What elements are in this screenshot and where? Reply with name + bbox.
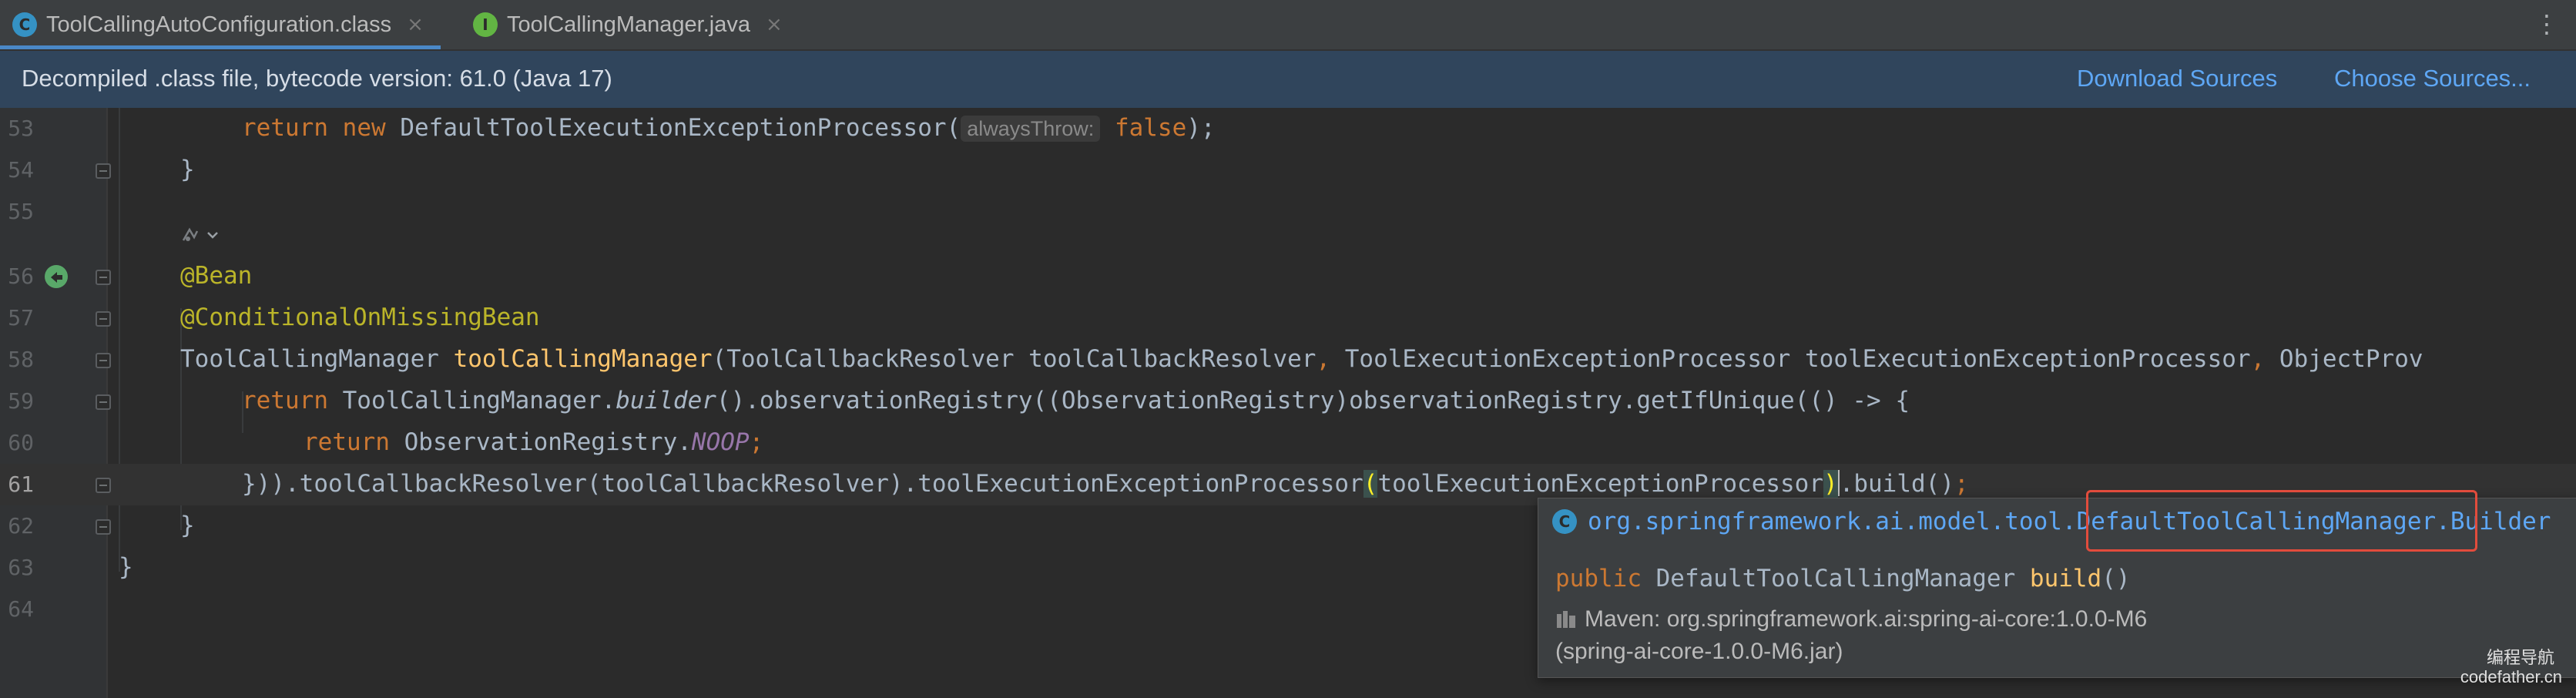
highlight-annotation-box <box>2086 490 2477 552</box>
decompiled-notification-banner: Decompiled .class file, bytecode version… <box>0 51 2576 108</box>
line-number: 63 <box>8 555 34 580</box>
watermark-title: 编程导航 <box>2486 649 2554 668</box>
code-text: return ObservationRegistry.NOOP; <box>304 428 764 456</box>
active-tab-indicator <box>0 45 441 49</box>
code-line-59: 59 return ToolCallingManager.builder().o… <box>0 381 2576 422</box>
download-sources-link[interactable]: Download Sources <box>2077 65 2277 92</box>
line-number: 59 <box>8 388 34 414</box>
code-line-57: 57 @ConditionalOnMissingBean <box>0 297 2576 339</box>
line-number: 58 <box>8 347 34 372</box>
code-text: })).toolCallbackResolver(toolCallbackRes… <box>242 470 1969 498</box>
tab-tool-calling-manager[interactable]: I ToolCallingManager.java × <box>461 0 783 49</box>
fold-icon[interactable] <box>96 270 111 285</box>
package-link[interactable]: org.springframework.ai.model.tool. <box>1588 508 2077 535</box>
more-tabs-icon[interactable]: ⋮ <box>2534 9 2559 39</box>
maven-coordinates: Maven: org.springframework.ai:spring-ai-… <box>1585 606 2148 632</box>
tab-label: ToolCallingManager.java <box>507 12 750 37</box>
library-info: Maven: org.springframework.ai:spring-ai-… <box>1555 606 2147 633</box>
close-icon[interactable]: × <box>407 13 424 36</box>
fold-icon[interactable] <box>96 394 111 410</box>
fold-icon[interactable] <box>96 519 111 535</box>
editor-tab-bar: C ToolCallingAutoConfiguration.class × I… <box>0 0 2576 51</box>
code-text: } <box>180 512 195 539</box>
tab-tool-calling-auto-configuration[interactable]: C ToolCallingAutoConfiguration.class × <box>0 0 441 49</box>
code-text: ToolCallingManager toolCallingManager(To… <box>180 345 2423 373</box>
tab-label: ToolCallingAutoConfiguration.class <box>46 12 392 37</box>
line-number: 62 <box>8 513 34 539</box>
code-text: } <box>180 156 195 183</box>
library-icon <box>1557 611 1575 628</box>
code-line-55: 55 <box>0 191 2576 233</box>
class-icon: C <box>12 12 37 37</box>
method-signature: public DefaultToolCallingManager build() <box>1555 565 2131 592</box>
code-line-58: 58 ToolCallingManager toolCallingManager… <box>0 339 2576 381</box>
line-number: 60 <box>8 430 34 455</box>
code-text: return ToolCallingManager.builder().obse… <box>242 387 1910 414</box>
code-line-53: 53 return new DefaultToolExecutionExcept… <box>0 108 2576 149</box>
close-icon[interactable]: × <box>766 13 783 36</box>
code-line-54: 54 } <box>0 149 2576 191</box>
line-number: 53 <box>8 116 34 141</box>
banner-message: Decompiled .class file, bytecode version… <box>22 65 612 92</box>
bean-gutter-icon[interactable] <box>43 263 69 290</box>
ai-hint-icon[interactable] <box>180 223 223 247</box>
jar-name: (spring-ai-core-1.0.0-M6.jar) <box>1555 639 1843 664</box>
choose-sources-link[interactable]: Choose Sources... <box>2334 65 2531 92</box>
matched-brace: ) <box>1823 470 1838 498</box>
line-number: 55 <box>8 199 34 224</box>
matched-brace: ( <box>1363 470 1378 498</box>
interface-icon: I <box>473 12 498 37</box>
code-text: @ConditionalOnMissingBean <box>180 304 540 331</box>
fold-icon[interactable] <box>96 311 111 327</box>
code-text: } <box>119 553 133 581</box>
code-text: return new DefaultToolExecutionException… <box>242 114 1216 142</box>
fold-icon[interactable] <box>96 478 111 493</box>
watermark-url: codefather.cn <box>2460 667 2562 686</box>
fold-icon[interactable] <box>96 163 111 179</box>
line-number: 54 <box>8 157 34 183</box>
line-number: 56 <box>8 263 34 289</box>
parameter-hint: alwaysThrow: <box>961 116 1101 142</box>
line-number: 57 <box>8 305 34 331</box>
line-number: 64 <box>8 596 34 622</box>
class-icon: C <box>1552 509 1577 534</box>
code-text: @Bean <box>180 262 253 290</box>
fold-icon[interactable] <box>96 353 111 368</box>
code-line-56: 56 @Bean <box>0 256 2576 297</box>
code-line-60: 60 return ObservationRegistry.NOOP; <box>0 422 2576 464</box>
line-number: 61 <box>8 471 34 497</box>
